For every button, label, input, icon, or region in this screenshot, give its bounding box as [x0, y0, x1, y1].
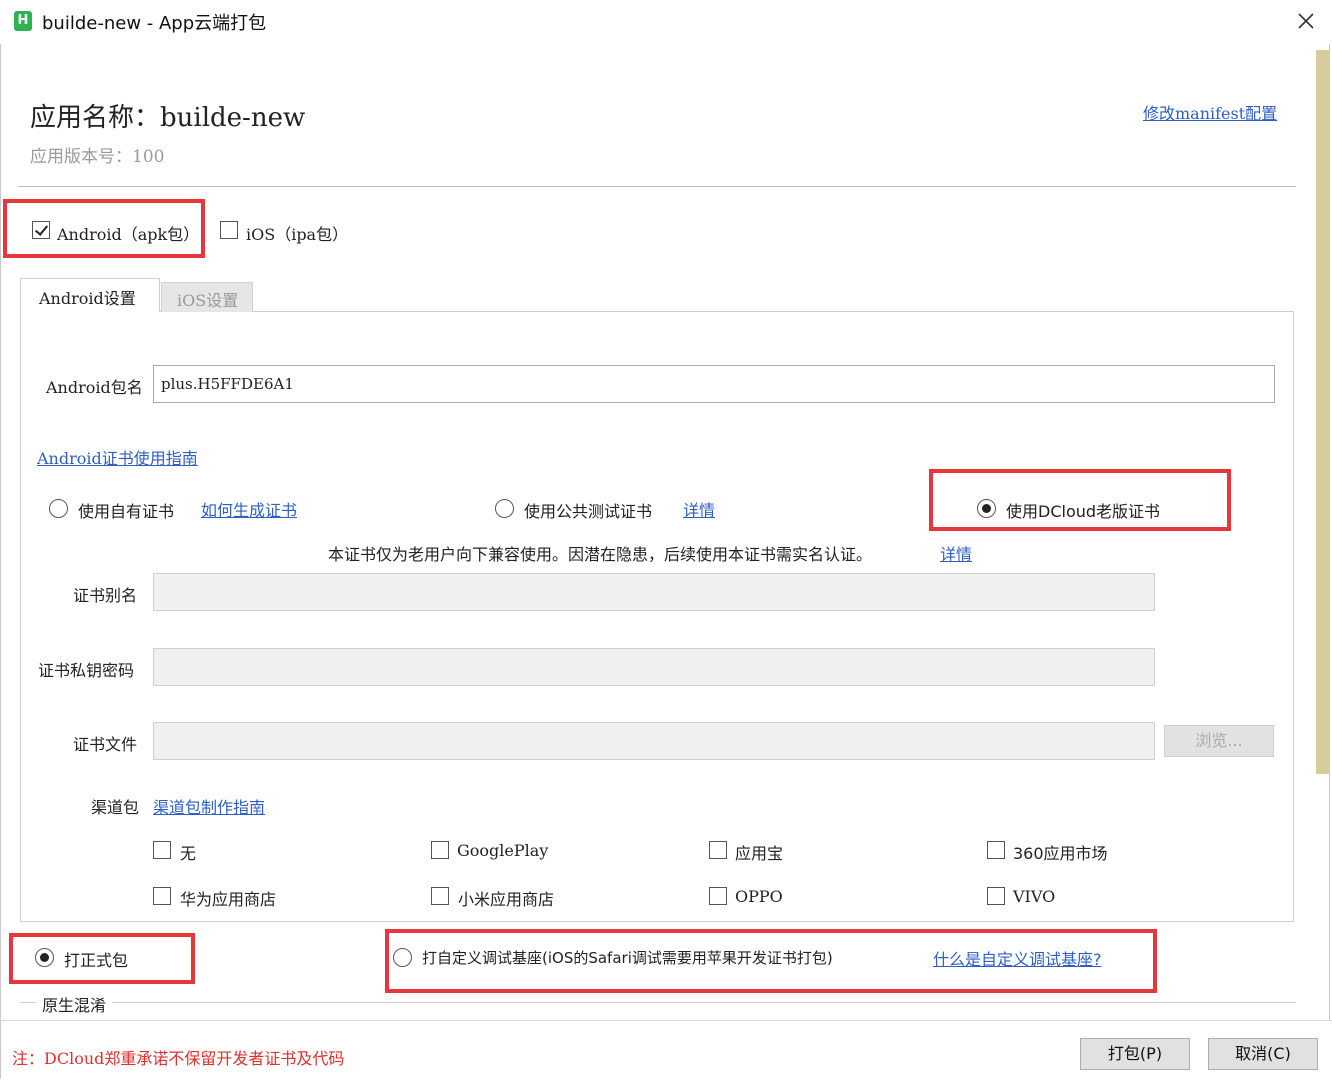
ios-platform-label: iOS（ipa包） — [246, 225, 349, 244]
channel-label: 渠道包 — [91, 798, 140, 817]
tab-android-label: Android设置 — [39, 289, 136, 308]
custom-base-radio[interactable] — [393, 948, 412, 967]
channel-googleplay-label: GooglePlay — [457, 841, 549, 860]
tab-ios-settings[interactable]: iOS设置 — [161, 282, 253, 312]
channel-huawei-checkbox[interactable] — [153, 887, 171, 905]
release-build-radio[interactable] — [35, 948, 54, 967]
cert-file-input[interactable] — [153, 722, 1155, 760]
close-icon — [1298, 13, 1314, 29]
package-name-input[interactable]: plus.H5FFDE6A1 — [153, 365, 1275, 403]
cert-alias-label: 证书别名 — [73, 586, 138, 605]
channel-huawei-label: 华为应用商店 — [180, 890, 277, 909]
obfuscation-section-title: 原生混淆 — [36, 992, 113, 1016]
cert-notice-text: 本证书仅为老用户向下兼容使用。因潜在隐患，后续使用本证书需实名认证。 — [328, 545, 873, 564]
title-bar: H builde-new - App云端打包 — [0, 0, 1332, 44]
public-test-cert-label: 使用公共测试证书 — [524, 502, 653, 521]
how-to-generate-cert-link[interactable]: 如何生成证书 — [201, 497, 297, 521]
package-name-value: plus.H5FFDE6A1 — [161, 375, 294, 393]
channel-oppo-checkbox[interactable] — [709, 887, 727, 905]
tab-ios-label: iOS设置 — [177, 291, 239, 310]
channel-vivo-label: VIVO — [1013, 887, 1056, 906]
app-name-label: 应用名称：builde-new — [30, 103, 306, 133]
edit-manifest-link[interactable]: 修改manifest配置 — [1143, 100, 1277, 124]
channel-yingyongbao-label: 应用宝 — [735, 844, 784, 863]
channel-none-checkbox[interactable] — [153, 841, 171, 859]
browse-button[interactable]: 浏览... — [1164, 725, 1274, 757]
cert-alias-input[interactable] — [153, 573, 1155, 611]
dcloud-old-cert-radio[interactable] — [977, 499, 996, 518]
public-test-cert-details-link[interactable]: 详情 — [683, 497, 715, 521]
channel-googleplay-checkbox[interactable] — [431, 841, 449, 859]
package-name-label: Android包名 — [46, 378, 143, 397]
close-button[interactable] — [1290, 6, 1322, 36]
release-build-label: 打正式包 — [64, 951, 129, 970]
dcloud-old-cert-label: 使用DCloud老版证书 — [1006, 502, 1161, 521]
footer-note: 注：DCloud郑重承诺不保留开发者证书及代码 — [12, 1049, 345, 1068]
cert-notice-details-link[interactable]: 详情 — [940, 541, 972, 565]
cancel-button[interactable]: 取消(C) — [1208, 1038, 1318, 1070]
pack-button[interactable]: 打包(P) — [1080, 1038, 1190, 1070]
android-platform-checkbox[interactable] — [32, 221, 50, 239]
own-cert-label: 使用自有证书 — [78, 502, 175, 521]
header-divider — [18, 186, 1296, 187]
public-test-cert-radio[interactable] — [495, 499, 514, 518]
channel-xiaomi-label: 小米应用商店 — [458, 890, 555, 909]
android-platform-label: Android（apk包） — [57, 225, 200, 244]
channel-none-label: 无 — [180, 844, 197, 863]
scrollbar-thumb[interactable] — [1316, 50, 1330, 774]
android-cert-guide-link[interactable]: Android证书使用指南 — [37, 445, 198, 469]
channel-oppo-label: OPPO — [735, 887, 783, 906]
custom-base-help-link[interactable]: 什么是自定义调试基座? — [933, 946, 1102, 970]
own-cert-radio[interactable] — [49, 499, 68, 518]
custom-base-label: 打自定义调试基座(iOS的Safari调试需要用苹果开发证书打包) — [422, 949, 833, 967]
app-version-label: 应用版本号：100 — [30, 147, 165, 167]
cert-password-label: 证书私钥密码 — [38, 661, 135, 680]
channel-vivo-checkbox[interactable] — [987, 887, 1005, 905]
channel-360-label: 360应用市场 — [1013, 844, 1108, 863]
window-title: builde-new - App云端打包 — [42, 13, 267, 34]
channel-xiaomi-checkbox[interactable] — [431, 887, 449, 905]
cert-password-input[interactable] — [153, 648, 1155, 686]
channel-360-checkbox[interactable] — [987, 841, 1005, 859]
hbuilder-app-icon: H — [14, 11, 32, 31]
channel-yingyongbao-checkbox[interactable] — [709, 841, 727, 859]
channel-guide-link[interactable]: 渠道包制作指南 — [153, 794, 265, 818]
cert-file-label: 证书文件 — [73, 735, 138, 754]
ios-platform-checkbox[interactable] — [220, 221, 238, 239]
tab-android-settings[interactable]: Android设置 — [20, 278, 160, 312]
